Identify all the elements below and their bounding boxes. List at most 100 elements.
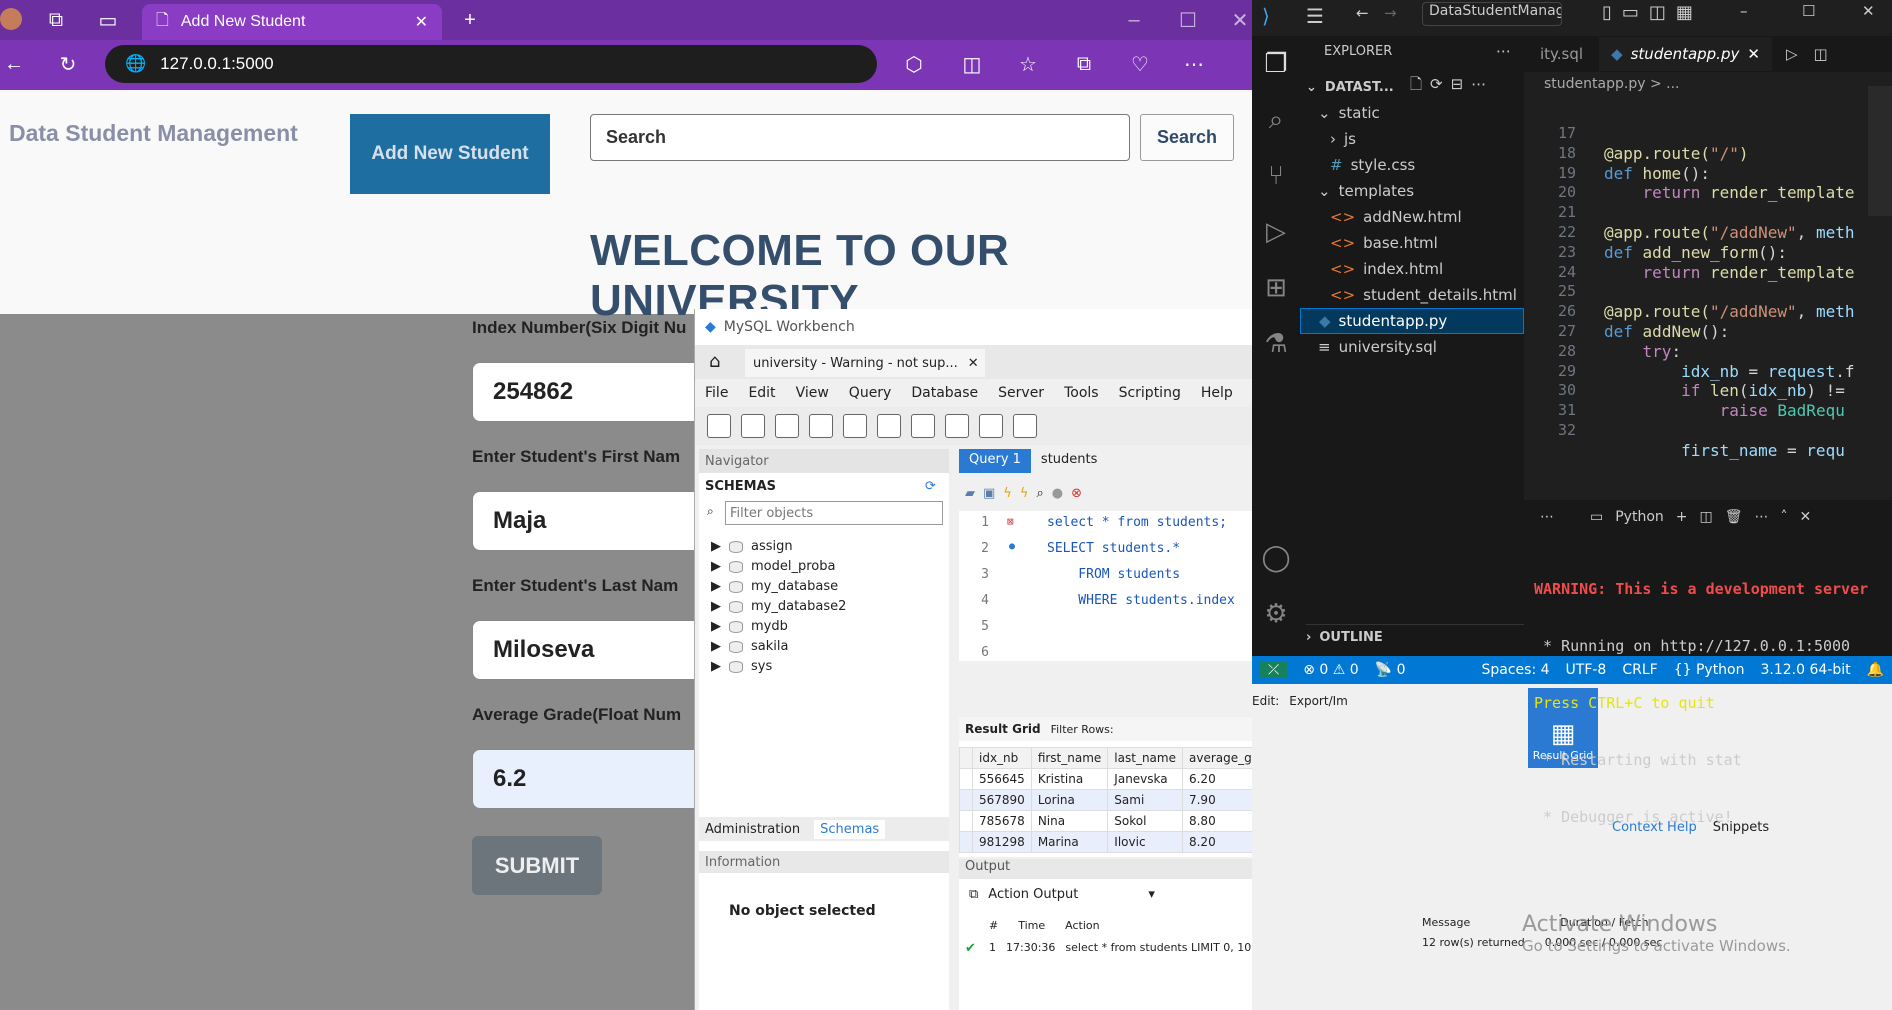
nav-back-icon[interactable]: ←: [1356, 4, 1369, 22]
create-view-icon[interactable]: [877, 414, 901, 438]
code-editor[interactable]: ity.sql ◆ studentapp.py ✕ ▷ ◫ studentapp.p…: [1524, 36, 1892, 500]
source-control-icon[interactable]: ⑂: [1252, 152, 1300, 200]
table-row[interactable]: 981298 Marina Ilovic 8.20: [959, 831, 1252, 853]
minimize-icon[interactable]: –: [1740, 2, 1748, 20]
tree-item-addnew-html[interactable]: <> addNew.html: [1330, 204, 1462, 230]
index-number-input[interactable]: 254862: [472, 362, 712, 422]
result-grid-label[interactable]: Result Grid: [965, 722, 1041, 736]
menu-edit[interactable]: Edit: [748, 385, 775, 401]
brand-title[interactable]: Data Student Management: [9, 120, 298, 147]
outline-section[interactable]: › OUTLINE: [1306, 624, 1524, 650]
explorer-actions-icons[interactable]: 🗋⟳⊟⋯: [1410, 74, 1494, 99]
testing-icon[interactable]: ⚗: [1252, 320, 1300, 368]
tree-item-base-html[interactable]: <> base.html: [1330, 230, 1438, 256]
table-row[interactable]: 556645 Kristina Janevska 6.20: [959, 768, 1252, 790]
schema-item[interactable]: ▶ sakila: [711, 639, 788, 654]
tree-item-studentapp-py[interactable]: ◆ studentapp.py: [1300, 308, 1524, 334]
new-tab-icon[interactable]: +: [456, 6, 484, 34]
minimize-icon[interactable]: –: [1120, 6, 1148, 34]
profile-avatar[interactable]: [0, 8, 22, 30]
execute-icon[interactable]: ϟ: [1003, 486, 1012, 501]
interpreter-status[interactable]: 3.12.0 64-bit: [1761, 662, 1851, 678]
explain-icon[interactable]: ⌕: [1036, 486, 1043, 501]
search-input[interactable]: Search: [590, 114, 1130, 161]
chevron-down-icon[interactable]: ▾: [1148, 887, 1155, 902]
split-editor-icon[interactable]: ◫: [1813, 45, 1827, 63]
indentation-status[interactable]: Spaces: 4: [1482, 662, 1550, 678]
menu-scripting[interactable]: Scripting: [1119, 385, 1181, 401]
browser-essentials-icon[interactable]: ♡: [1126, 50, 1154, 78]
tree-item-js[interactable]: › js: [1330, 126, 1356, 152]
output-row[interactable]: 1 17:30:36 select * from students LIMIT 0,…: [989, 941, 1252, 954]
extensions-icon[interactable]: ⬡: [900, 50, 928, 78]
chevron-up-icon[interactable]: ˄: [1781, 509, 1788, 525]
create-procedure-icon[interactable]: [911, 414, 935, 438]
settings-gear-icon[interactable]: ⚙: [1252, 590, 1300, 638]
workspace-root[interactable]: ⌄ DATAST...: [1306, 74, 1394, 100]
tab-add-new-student[interactable]: 🗋 Add New Student ✕: [142, 4, 442, 40]
search-button[interactable]: Search: [1140, 114, 1234, 161]
new-sql-tab-icon[interactable]: [707, 414, 731, 438]
remote-icon[interactable]: ⤫: [1260, 662, 1288, 678]
menu-icon[interactable]: ☰: [1306, 4, 1324, 28]
tab-schemas[interactable]: Schemas: [814, 819, 886, 839]
column-header[interactable]: idx_nb: [972, 747, 1032, 769]
account-icon[interactable]: ◯: [1252, 534, 1300, 582]
home-icon[interactable]: ⌂: [709, 351, 720, 372]
save-icon[interactable]: ▣: [983, 486, 995, 501]
toggle-icon[interactable]: ⊗: [1071, 486, 1082, 501]
tab-studentapp-py[interactable]: ◆ studentapp.py ✕: [1599, 37, 1772, 71]
new-terminal-icon[interactable]: +: [1676, 509, 1688, 525]
tree-item-index-html[interactable]: <> index.html: [1330, 256, 1443, 282]
explorer-icon[interactable]: ❐: [1252, 40, 1300, 88]
maximize-icon[interactable]: ☐: [1174, 6, 1202, 34]
create-table-icon[interactable]: [843, 414, 867, 438]
filter-objects-input[interactable]: Filter objects: [725, 501, 943, 525]
notifications-icon[interactable]: 🔔: [1867, 662, 1884, 678]
maximize-icon[interactable]: ☐: [1802, 2, 1815, 20]
schema-item[interactable]: ▶ my_database2: [711, 599, 846, 614]
layout-icons[interactable]: ▯▭◫▦: [1602, 2, 1703, 23]
collections-icon[interactable]: ⧉: [1070, 50, 1098, 78]
schema-item[interactable]: ▶ sys: [711, 659, 772, 674]
terminal-more-icon[interactable]: ⋯: [1755, 509, 1769, 525]
menu-query[interactable]: Query: [849, 385, 892, 401]
last-name-input[interactable]: Miloseva: [472, 620, 712, 680]
tab-administration[interactable]: Administration: [705, 822, 800, 837]
tree-item-templates[interactable]: ⌄ templates: [1318, 178, 1414, 204]
tab-university-sql[interactable]: ity.sql: [1524, 45, 1599, 63]
back-icon[interactable]: ←: [0, 50, 28, 78]
schema-item[interactable]: ▶ my_database: [711, 579, 838, 594]
eol-status[interactable]: CRLF: [1622, 662, 1657, 678]
add-new-student-button[interactable]: Add New Student: [350, 114, 550, 194]
schema-item[interactable]: ▶ assign: [711, 539, 793, 554]
encoding-status[interactable]: UTF-8: [1566, 662, 1607, 678]
inspector-icon[interactable]: [775, 414, 799, 438]
nav-forward-icon[interactable]: →: [1384, 4, 1397, 22]
submit-button[interactable]: SUBMIT: [472, 836, 602, 895]
close-tab-icon[interactable]: ✕: [415, 12, 428, 32]
open-sql-script-icon[interactable]: [741, 414, 765, 438]
create-schema-icon[interactable]: [809, 414, 833, 438]
more-icon[interactable]: ⋯: [1540, 509, 1554, 525]
menu-help[interactable]: Help: [1201, 385, 1233, 401]
tree-item-student-details-html[interactable]: <> student_details.html: [1330, 282, 1517, 308]
search-table-data-icon[interactable]: [979, 414, 1003, 438]
column-header[interactable]: first_name: [1030, 747, 1109, 769]
more-menu-icon[interactable]: ⋯: [1180, 50, 1208, 78]
menu-database[interactable]: Database: [911, 385, 978, 401]
terminal-output[interactable]: WARNING: This is a development server * …: [1534, 542, 1892, 865]
column-header[interactable]: last_name: [1107, 747, 1183, 769]
menu-view[interactable]: View: [796, 385, 829, 401]
schema-item[interactable]: ▶ mydb: [711, 619, 788, 634]
more-actions-icon[interactable]: ⋯: [1496, 42, 1511, 60]
schema-item[interactable]: ▶ model_proba: [711, 559, 835, 574]
close-icon[interactable]: ✕: [1862, 2, 1875, 20]
reconnect-icon[interactable]: [1013, 414, 1037, 438]
minimap[interactable]: [1868, 86, 1892, 216]
first-name-input[interactable]: Maja: [472, 491, 712, 551]
tree-item-style-css[interactable]: # style.css: [1330, 152, 1415, 178]
tree-item-university-sql[interactable]: ≡ university.sql: [1318, 334, 1437, 360]
extensions-icon[interactable]: ⊞: [1252, 264, 1300, 312]
table-row[interactable]: 785678 Nina Sokol 8.80: [959, 810, 1252, 832]
